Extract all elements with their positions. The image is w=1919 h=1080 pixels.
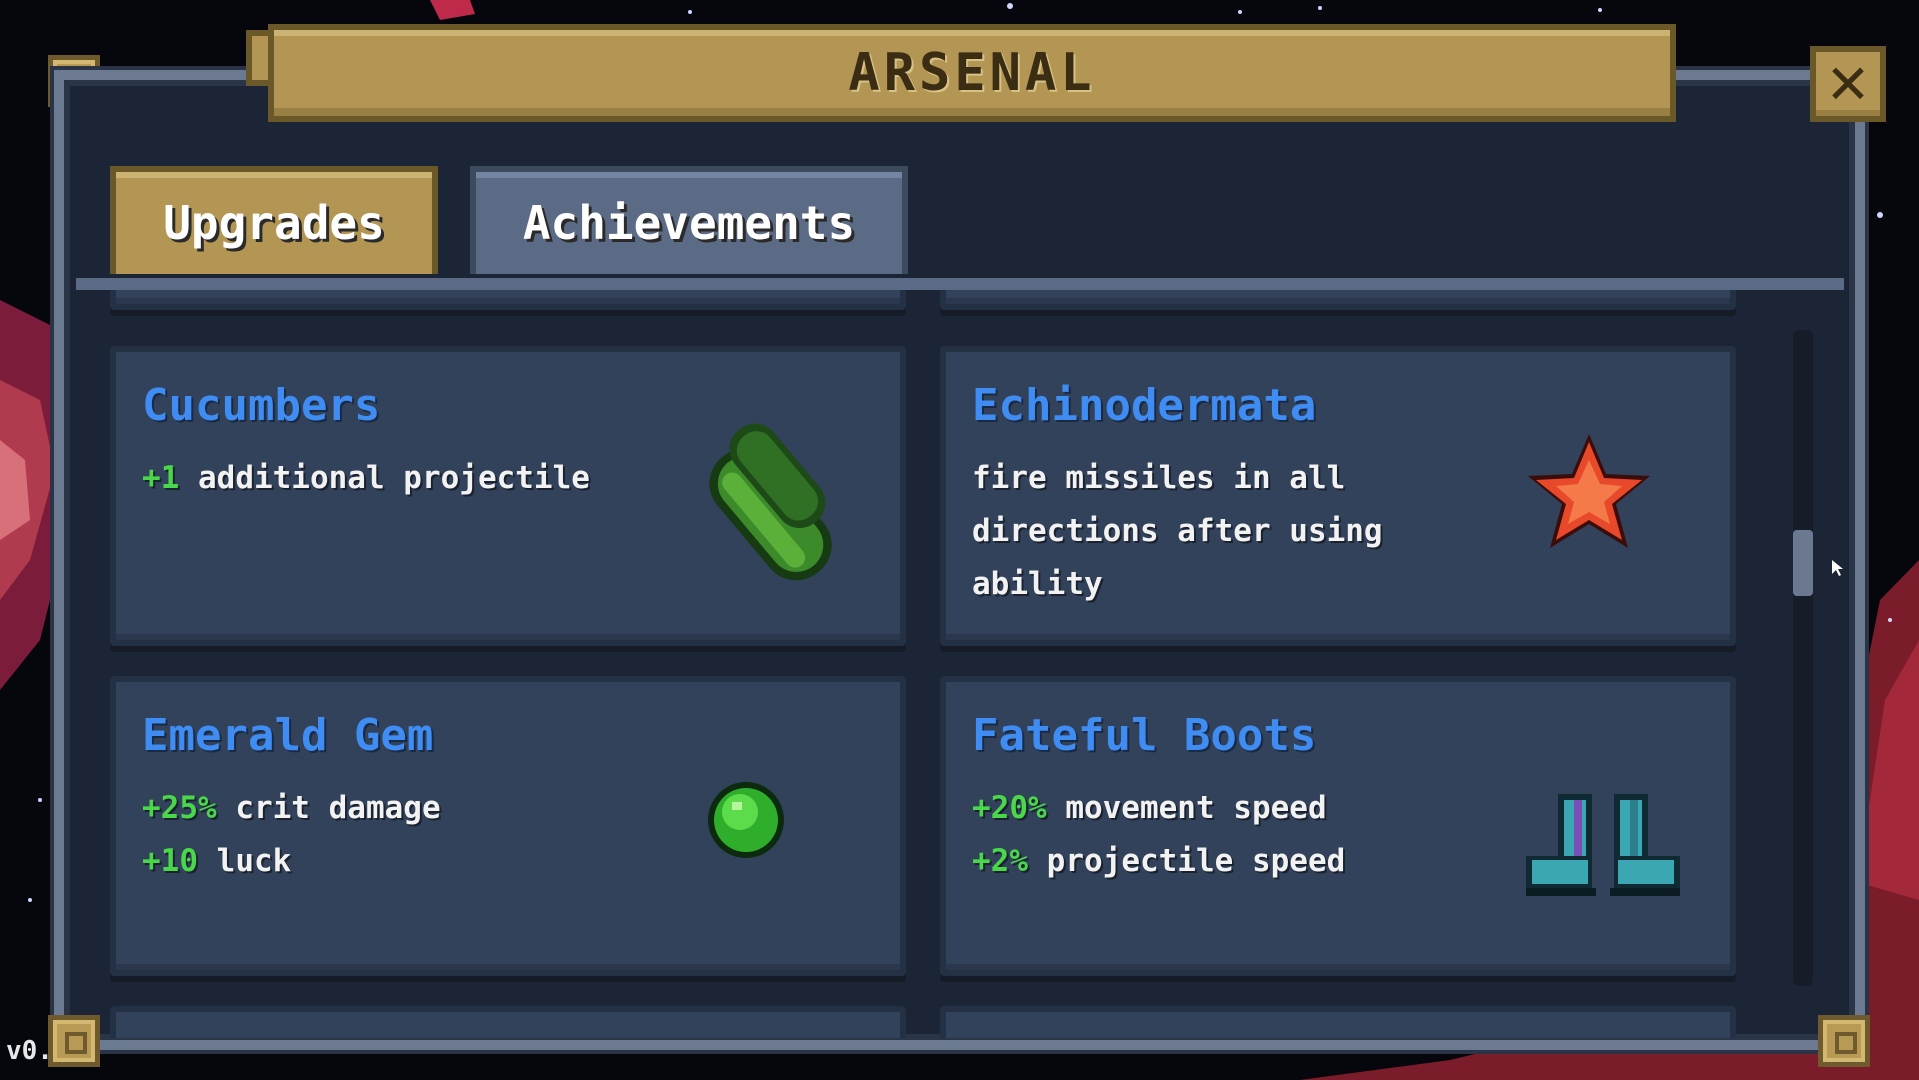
upgrade-stats: +25% crit damage +10 luck xyxy=(142,782,441,888)
stat-text: projectile speed xyxy=(1028,843,1346,879)
stat-line: directions after using xyxy=(972,513,1383,549)
starfish-icon xyxy=(1528,434,1650,548)
close-button[interactable]: ✕ xyxy=(1810,46,1886,122)
title-banner: ARSENAL xyxy=(268,24,1676,122)
cucumber-icon xyxy=(709,423,832,581)
list-item-partial-top-right xyxy=(940,290,1736,310)
upgrade-title: Fateful Boots xyxy=(972,710,1317,761)
stat-text: crit damage xyxy=(216,790,441,826)
stat-value: +10 xyxy=(142,843,198,879)
stat-text: luck xyxy=(198,843,292,879)
boots-icon xyxy=(1526,794,1680,896)
frame-corner-bottom-right xyxy=(1818,1015,1870,1067)
list-item-partial-top-left xyxy=(110,290,906,310)
stat-line: +25% crit damage xyxy=(142,782,441,835)
stat-line: +20% movement speed xyxy=(972,782,1345,835)
stat-text: movement speed xyxy=(1046,790,1327,826)
stat-line: +10 luck xyxy=(142,835,441,888)
upgrades-list[interactable]: Cucumbers +1 additional projectile Echin… xyxy=(76,290,1844,1038)
upgrade-stats: +20% movement speed +2% projectile speed xyxy=(972,782,1345,888)
stat-value: +2% xyxy=(972,843,1028,879)
tab-achievements[interactable]: Achievements xyxy=(470,166,908,274)
upgrade-card-emerald-gem[interactable]: Emerald Gem +25% crit damage +10 luck xyxy=(110,676,906,976)
window-title: ARSENAL xyxy=(848,43,1096,103)
upgrade-card-echinodermata[interactable]: Echinodermata fire missiles in all direc… xyxy=(940,346,1736,646)
frame-corner-bottom-left xyxy=(48,1015,100,1067)
upgrade-title: Cucumbers xyxy=(142,380,381,431)
upgrade-card-fateful-boots[interactable]: Fateful Boots +20% movement speed +2% pr… xyxy=(940,676,1736,976)
mouse-cursor-icon xyxy=(1832,560,1843,576)
tab-achievements-label: Achievements xyxy=(522,196,856,250)
tab-upgrades[interactable]: Upgrades xyxy=(110,166,438,274)
stat-text: additional projectile xyxy=(179,460,590,496)
upgrade-card-cucumbers[interactable]: Cucumbers +1 additional projectile xyxy=(110,346,906,646)
tab-divider xyxy=(76,278,1844,290)
list-item-partial-bottom-right xyxy=(940,1006,1736,1038)
scrollbar-track[interactable] xyxy=(1793,330,1813,986)
upgrade-stats: fire missiles in all directions after us… xyxy=(972,452,1383,611)
stat-value: +1 xyxy=(142,460,180,496)
close-icon: ✕ xyxy=(1825,52,1871,116)
stat-line: +1 additional projectile xyxy=(142,452,590,505)
tab-upgrades-label: Upgrades xyxy=(163,196,385,250)
list-item-partial-bottom-left xyxy=(110,1006,906,1038)
stat-value: +20% xyxy=(972,790,1047,826)
stat-line: fire missiles in all xyxy=(972,460,1346,496)
emerald-gem-icon xyxy=(708,782,784,858)
stat-line: +2% projectile speed xyxy=(972,835,1345,888)
upgrade-stats: +1 additional projectile xyxy=(142,452,590,505)
upgrade-title: Echinodermata xyxy=(972,380,1317,431)
stat-value: +25% xyxy=(142,790,217,826)
upgrade-title: Emerald Gem xyxy=(142,710,434,761)
scrollbar-thumb[interactable] xyxy=(1793,530,1813,596)
stat-line: ability xyxy=(972,566,1103,602)
version-label: v0. xyxy=(6,1036,53,1066)
